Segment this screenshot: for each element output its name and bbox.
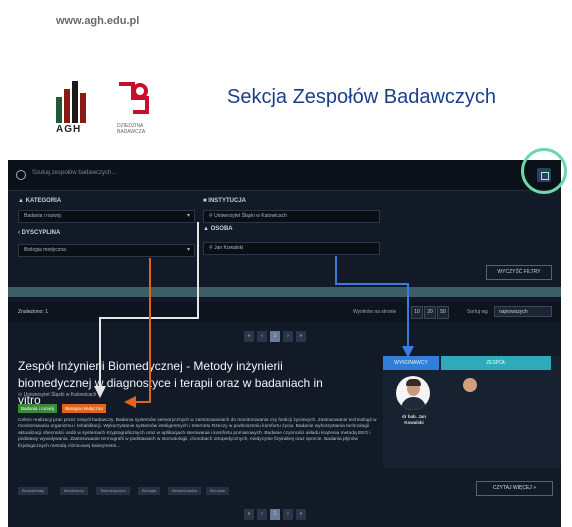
team-panel: WYKONAWCY ZESPÓŁ dr hab. Jan Kowalski [383,356,561,468]
keyword-chip[interactable]: Biomateriały [18,487,49,495]
dyscyplina-select[interactable]: Biologia medyczna ▾ [18,244,195,257]
pagination-top: « ‹ 1 › » [244,331,306,342]
per-page-10[interactable]: 10 [411,306,423,319]
chevron-down-icon: ▾ [186,213,190,219]
discipline-tag[interactable]: Biologia medyczna [62,404,106,413]
page-1[interactable]: 1 [270,509,280,520]
department-logo-text: DZIEDZINA BADAWCZA [117,123,146,135]
person-avatar[interactable] [396,376,430,410]
keyword-chip[interactable]: Biosensory [60,487,88,495]
page-prev[interactable]: ‹ [257,331,267,342]
osoba-input[interactable]: ⚲ Jan Kowalski [203,242,380,255]
slide-title: Sekcja Zespołów Badawczych [227,86,497,108]
page-last[interactable]: » [296,509,306,520]
page-prev[interactable]: ‹ [257,509,267,520]
sort-select[interactable]: najnowszych [494,306,552,317]
chevron-down-icon: ▾ [186,247,190,253]
sort-label: Sortuj wg [467,309,488,315]
department-logo: DZIEDZINA BADAWCZA [115,80,160,135]
per-page-label: Wyników na stronie [353,309,397,315]
clear-filters-button[interactable]: WYCZYŚĆ FILTRY [486,265,552,280]
search-icon [16,170,26,180]
pagination-bottom: « ‹ 1 › » [244,509,306,520]
tab-wykonawcy[interactable]: WYKONAWCY [383,356,439,370]
page-last[interactable]: » [296,331,306,342]
search-input[interactable]: Szukaj zespołów badawczych... [32,170,116,176]
category-tag[interactable]: Badania i rozwój [18,404,58,413]
kategoria-select[interactable]: Badania i rozwój ▾ [18,210,195,223]
page-next[interactable]: › [283,509,293,520]
search-bar: Szukaj zespołów badawczych... [8,160,561,191]
result-title[interactable]: Zespół Inżynierii Biomedycznej - Metody … [18,358,348,409]
result-description: Celem realizacji prac przez zespół badaw… [18,418,377,449]
keyword-chip[interactable]: Bio-data [206,487,229,495]
app-screenshot: Szukaj zespołów badawczych... ▲ KATEGORI… [8,160,561,527]
results-count: Znaleziono: 1 [18,309,49,315]
per-page-50[interactable]: 50 [437,306,449,319]
dyscyplina-label: ‹ DYSCYPLINA [18,230,61,236]
slide-url: www.agh.edu.pl [56,15,140,27]
person-avatar[interactable] [463,378,477,392]
keyword-chip[interactable]: Biologia [138,487,161,495]
divider-band [8,287,561,297]
page-first[interactable]: « [244,331,254,342]
page-first[interactable]: « [244,509,254,520]
tab-zespol[interactable]: ZESPÓŁ [441,356,551,370]
person-name[interactable]: dr hab. Jan Kowalski [393,414,435,426]
instytucja-label: ■ INSTYTUCJA [203,198,246,204]
osoba-label: ▲ OSOBA [203,226,233,232]
per-page-20[interactable]: 20 [424,306,436,319]
menu-highlight-ring [521,148,567,194]
agh-logo: AGH [56,80,96,135]
read-more-button[interactable]: CZYTAJ WIĘCEJ » [476,481,553,496]
keyword-chip[interactable]: Biomechanika [168,487,202,495]
page-next[interactable]: › [283,331,293,342]
results-toolbar: Znaleziono: 1 Wyników na stronie 10 20 5… [8,302,561,322]
kategoria-label: ▲ KATEGORIA [18,198,62,204]
page-1[interactable]: 1 [270,331,280,342]
result-organization: ⊙ Uniwersytet Śląski w Katowicach [18,392,97,398]
keyword-chip[interactable]: Telemedycyna [96,487,130,495]
agh-logo-text: AGH [56,124,82,135]
instytucja-input[interactable]: ⚲ Uniwersytet Śląski w Katowicach [203,210,380,223]
